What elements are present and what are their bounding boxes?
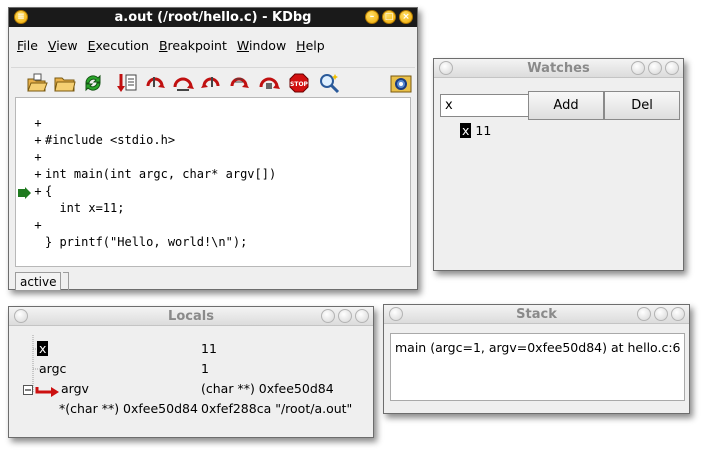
stack-titlebar[interactable]: Stack xyxy=(384,305,689,324)
stack-title: Stack xyxy=(516,306,557,322)
svg-text:STOP: STOP xyxy=(290,81,309,88)
code-line-current[interactable]: + printf("Hello, world!\n"); xyxy=(16,183,410,249)
menu-breakpoint[interactable]: Breakpoint xyxy=(159,38,227,58)
menu-file[interactable]: File xyxy=(17,38,38,58)
status-text: active xyxy=(15,272,62,291)
step-out-icon[interactable] xyxy=(199,71,223,95)
menu-execution[interactable]: Execution xyxy=(88,38,149,58)
code-line[interactable]: + int main(int argc, char* argv[]) xyxy=(16,132,410,181)
locals-row[interactable]: x xyxy=(37,341,49,356)
step-instruction-icon[interactable] xyxy=(257,71,281,95)
watches-window: Watches x Add Del x 11 xyxy=(433,58,684,271)
maximize-icon: □ xyxy=(384,11,394,22)
step-over-icon[interactable] xyxy=(171,71,195,95)
code-line[interactable]: + } xyxy=(16,200,410,249)
minimize-button[interactable] xyxy=(637,307,651,321)
stack-frame[interactable]: main (argc=1, argv=0xfee50d84) at hello.… xyxy=(395,340,681,355)
kdbg-main-window: ≡ a.out (/root/hello.c) - KDbg – □ × Fil… xyxy=(8,7,418,291)
run-to-cursor-icon[interactable] xyxy=(227,71,251,95)
break-stop-icon[interactable]: STOP xyxy=(287,71,311,95)
window-menu-button[interactable] xyxy=(389,307,403,321)
local-value: 0xfef288ca "/root/a.out" xyxy=(201,401,353,416)
find-icon[interactable] xyxy=(317,71,341,95)
window-menu-button[interactable] xyxy=(439,61,453,75)
locals-title: Locals xyxy=(168,308,214,324)
close-button[interactable] xyxy=(671,307,685,321)
code-text: } xyxy=(45,235,53,249)
statusbar: active xyxy=(15,272,70,291)
window-menu-button[interactable]: ≡ xyxy=(14,10,28,24)
watches-title: Watches xyxy=(527,60,590,76)
watch-list[interactable]: x 11 xyxy=(440,120,680,265)
pointer-arrow-icon xyxy=(35,387,59,397)
local-value: 11 xyxy=(201,341,217,356)
menubar: File View Execution Breakpoint Window He… xyxy=(9,38,417,58)
maximize-button[interactable] xyxy=(338,309,352,323)
watch-item-name: x xyxy=(460,123,472,138)
stack-window: Stack main (argc=1, argv=0xfee50d84) at … xyxy=(383,304,690,414)
minimize-button[interactable] xyxy=(321,309,335,323)
main-titlebar[interactable]: ≡ a.out (/root/hello.c) - KDbg – □ × xyxy=(9,8,417,27)
local-value: (char **) 0xfee50d84 xyxy=(201,381,334,396)
maximize-button[interactable] xyxy=(648,61,662,75)
code-line[interactable]: + { xyxy=(16,149,410,198)
code-line[interactable]: + xyxy=(16,115,410,147)
close-button[interactable]: × xyxy=(399,10,413,24)
add-watch-button[interactable]: Add xyxy=(528,91,604,120)
watch-expression-input[interactable]: x xyxy=(440,94,529,117)
menu-window[interactable]: Window xyxy=(237,38,286,58)
menu-help[interactable]: Help xyxy=(296,38,325,58)
collapse-toggle-icon[interactable] xyxy=(23,385,33,395)
menu-view[interactable]: View xyxy=(48,38,78,58)
reload-icon[interactable] xyxy=(81,71,105,95)
code-text: printf("Hello, world!\n"); xyxy=(45,235,248,249)
watch-item[interactable]: x 11 xyxy=(460,123,491,138)
minimize-button[interactable]: – xyxy=(365,10,379,24)
step-into-icon[interactable] xyxy=(143,71,167,95)
minimize-icon: – xyxy=(369,11,375,22)
code-line[interactable]: + #include <stdio.h> xyxy=(16,98,410,147)
local-name: x xyxy=(37,341,49,356)
locals-window: Locals x 11 argc 1 argv (char **) 0xfee5… xyxy=(8,306,374,438)
line-marker[interactable]: + xyxy=(33,217,43,234)
local-name[interactable]: *(char **) 0xfee50d84 xyxy=(59,401,198,416)
close-button[interactable] xyxy=(665,61,679,75)
watch-item-value: 11 xyxy=(475,123,492,138)
status-divider xyxy=(63,272,70,291)
watches-titlebar[interactable]: Watches xyxy=(434,59,683,78)
window-menu-button[interactable] xyxy=(14,309,28,323)
window-title: a.out (/root/hello.c) - KDbg xyxy=(114,10,312,25)
stack-list[interactable]: main (argc=1, argv=0xfee50d84) at hello.… xyxy=(390,333,685,401)
locals-tree[interactable]: x 11 argc 1 argv (char **) 0xfee50d84 *(… xyxy=(15,333,369,433)
maximize-button[interactable]: □ xyxy=(382,10,396,24)
local-name[interactable]: argv xyxy=(61,381,89,396)
close-icon: × xyxy=(402,11,410,22)
program-counter-arrow-icon xyxy=(18,187,31,199)
settings-gear-icon[interactable] xyxy=(389,71,413,95)
local-name[interactable]: argc xyxy=(39,361,66,376)
program-run-icon[interactable] xyxy=(115,71,139,95)
menu-lines-icon: ≡ xyxy=(17,11,25,22)
toolbar: STOP xyxy=(11,67,415,98)
executable-open-icon[interactable] xyxy=(25,71,49,95)
source-code-view[interactable]: + #include <stdio.h> + + int main(int ar… xyxy=(15,97,411,267)
minimize-button[interactable] xyxy=(631,61,645,75)
maximize-button[interactable] xyxy=(654,307,668,321)
locals-titlebar[interactable]: Locals xyxy=(9,307,373,326)
source-open-icon[interactable] xyxy=(53,71,77,95)
local-value: 1 xyxy=(201,361,209,376)
delete-watch-button[interactable]: Del xyxy=(604,91,680,120)
code-line[interactable]: + int x=11; xyxy=(16,166,410,215)
close-button[interactable] xyxy=(355,309,369,323)
